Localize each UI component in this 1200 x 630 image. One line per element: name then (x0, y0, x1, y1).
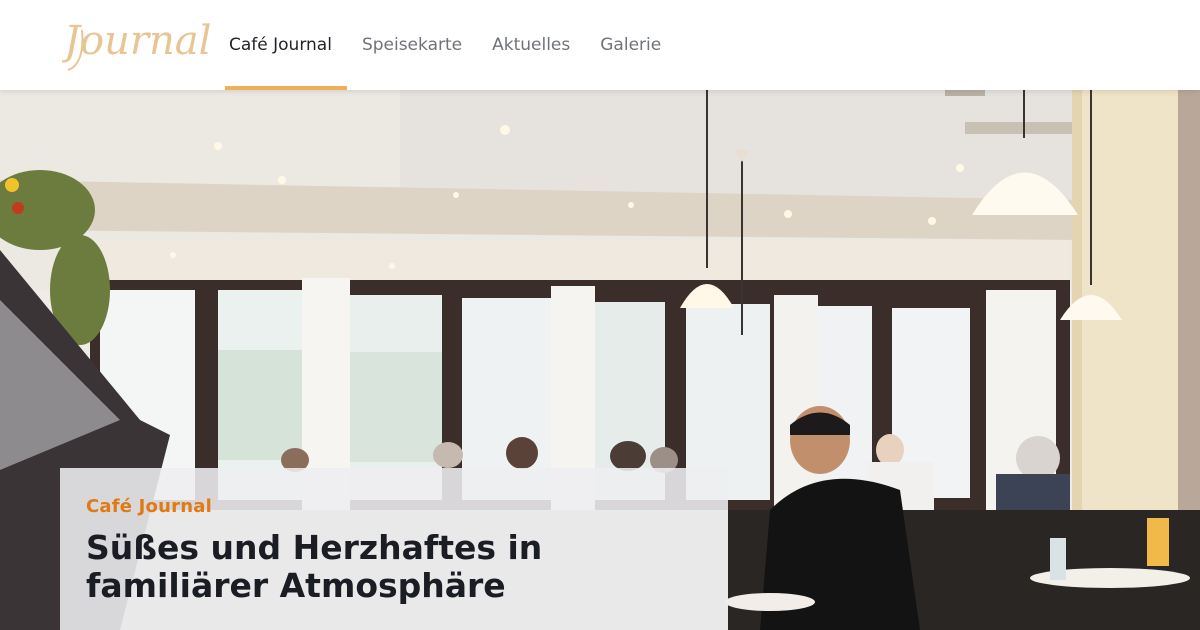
nav-item-aktuelles[interactable]: Aktuelles (477, 0, 585, 90)
main-navigation: Café Journal Speisekarte Aktuelles Galer… (214, 0, 676, 90)
nav-item-galerie[interactable]: Galerie (585, 0, 676, 90)
hero-eyebrow: Café Journal (86, 496, 212, 517)
hero-title: Süßes und Herzhaftes in familiärer Atmos… (86, 528, 543, 605)
site-header: Journal Café Journal Speisekarte Aktuell… (0, 0, 1200, 90)
journal-logo-wordmark: Journal (62, 18, 211, 71)
hero-caption-panel: Café Journal Süßes und Herzhaftes in fam… (60, 468, 728, 630)
journal-logo[interactable]: Journal (62, 10, 212, 76)
nav-item-speisekarte[interactable]: Speisekarte (347, 0, 477, 90)
svg-text:Journal: Journal (62, 18, 211, 64)
hero-section: Café Journal Süßes und Herzhaftes in fam… (0, 90, 1200, 630)
nav-item-cafe-journal[interactable]: Café Journal (214, 0, 347, 90)
